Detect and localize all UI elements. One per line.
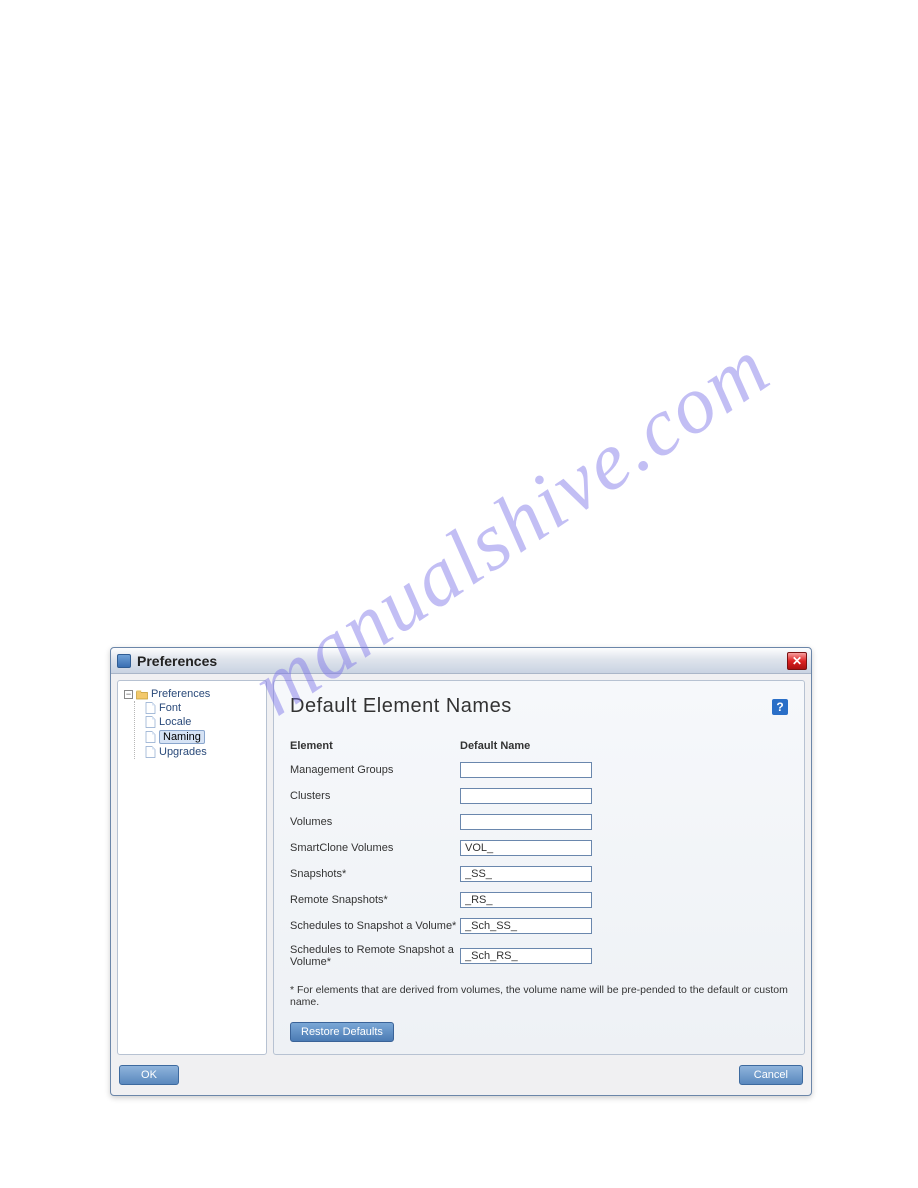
- ok-button[interactable]: OK: [119, 1065, 179, 1085]
- volumes-input[interactable]: [460, 814, 592, 830]
- titlebar: Preferences ✕: [111, 648, 811, 674]
- tree-item-label: Upgrades: [159, 746, 207, 758]
- row-snapshots: Snapshots*: [290, 866, 788, 882]
- tree-root-node[interactable]: − Preferences: [122, 687, 262, 701]
- page-icon: [145, 731, 156, 743]
- row-smartclone-volumes: SmartClone Volumes: [290, 840, 788, 856]
- cancel-button[interactable]: Cancel: [739, 1065, 803, 1085]
- management-groups-input[interactable]: [460, 762, 592, 778]
- schedules-remote-snapshot-input[interactable]: [460, 948, 592, 964]
- tree-item-label: Locale: [159, 716, 191, 728]
- content-title: Default Element Names: [290, 695, 772, 718]
- row-remote-snapshots: Remote Snapshots*: [290, 892, 788, 908]
- schedules-snapshot-input[interactable]: [460, 918, 592, 934]
- restore-defaults-button[interactable]: Restore Defaults: [290, 1022, 394, 1042]
- page-icon: [145, 702, 156, 714]
- tree-root-label: Preferences: [151, 688, 210, 700]
- row-label: Snapshots*: [290, 868, 460, 880]
- row-label: Schedules to Snapshot a Volume*: [290, 920, 460, 932]
- row-clusters: Clusters: [290, 788, 788, 804]
- close-icon: ✕: [792, 654, 802, 668]
- row-label: Clusters: [290, 790, 460, 802]
- row-management-groups: Management Groups: [290, 762, 788, 778]
- smartclone-volumes-input[interactable]: [460, 840, 592, 856]
- tree-item-font[interactable]: Font: [143, 701, 262, 715]
- row-schedules-remote-snapshot: Schedules to Remote Snapshot a Volume*: [290, 944, 788, 968]
- app-icon: [117, 654, 131, 668]
- row-volumes: Volumes: [290, 814, 788, 830]
- tree-item-locale[interactable]: Locale: [143, 715, 262, 729]
- page-icon: [145, 746, 156, 758]
- help-icon: ?: [776, 700, 783, 714]
- tree-panel: − Preferences Font Locale: [117, 680, 267, 1055]
- row-schedules-snapshot: Schedules to Snapshot a Volume*: [290, 918, 788, 934]
- footnote-text: * For elements that are derived from vol…: [290, 984, 788, 1008]
- window-title: Preferences: [137, 653, 787, 669]
- help-button[interactable]: ?: [772, 699, 788, 715]
- button-bar: OK Cancel: [111, 1061, 811, 1095]
- tree-item-label: Font: [159, 702, 181, 714]
- column-headers: Element Default Name: [290, 740, 788, 752]
- row-label: Remote Snapshots*: [290, 894, 460, 906]
- preferences-dialog: Preferences ✕ − Preferences Font: [110, 647, 812, 1096]
- row-label: Management Groups: [290, 764, 460, 776]
- remote-snapshots-input[interactable]: [460, 892, 592, 908]
- tree-item-naming[interactable]: Naming: [143, 729, 262, 745]
- content-panel: Default Element Names ? Element Default …: [273, 680, 805, 1055]
- row-label: SmartClone Volumes: [290, 842, 460, 854]
- column-header-default-name: Default Name: [460, 740, 530, 752]
- tree-item-label: Naming: [159, 730, 205, 744]
- folder-icon: [136, 689, 148, 700]
- close-button[interactable]: ✕: [787, 652, 807, 670]
- row-label: Schedules to Remote Snapshot a Volume*: [290, 944, 460, 968]
- page-icon: [145, 716, 156, 728]
- column-header-element: Element: [290, 740, 460, 752]
- collapse-icon[interactable]: −: [124, 690, 133, 699]
- row-label: Volumes: [290, 816, 460, 828]
- snapshots-input[interactable]: [460, 866, 592, 882]
- tree-item-upgrades[interactable]: Upgrades: [143, 745, 262, 759]
- clusters-input[interactable]: [460, 788, 592, 804]
